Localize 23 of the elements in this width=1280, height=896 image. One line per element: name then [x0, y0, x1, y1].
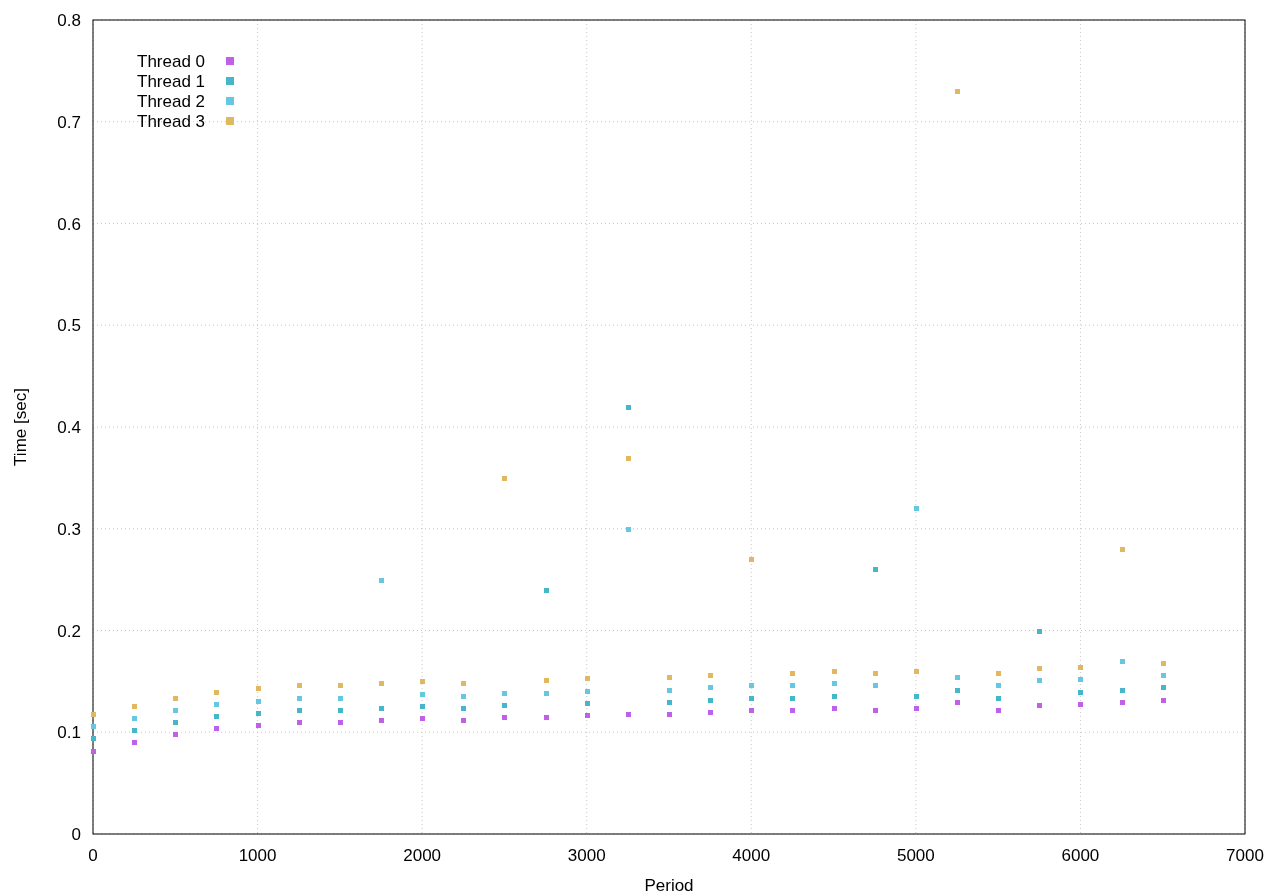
y-tick-label: 0.3	[57, 519, 81, 539]
x-tick-label: 1000	[238, 846, 277, 865]
y-tick-label: 0.4	[57, 418, 81, 437]
legend-label: Thread 2	[137, 92, 206, 111]
y-tick-label: 0.5	[57, 316, 81, 336]
y-axis-label: Time [sec]	[11, 388, 30, 466]
x-axis-label: Period	[644, 876, 694, 895]
x-tick-label: 3000	[567, 846, 606, 865]
legend-label: Thread 0	[137, 52, 206, 71]
x-tick-label: 2000	[403, 846, 442, 865]
legend-label: Thread 1	[137, 72, 206, 91]
legend-label: Thread 3	[137, 112, 206, 131]
y-tick-label: 0.7	[57, 112, 81, 132]
x-tick-label: 6000	[1061, 846, 1100, 865]
y-tick-label: 0	[71, 825, 81, 844]
x-tick-label: 4000	[732, 846, 771, 865]
x-tick-label: 7000	[1226, 846, 1264, 865]
x-tick-label: 0	[88, 846, 98, 865]
y-tick-label: 0.8	[57, 11, 81, 30]
y-tick-label: 0.6	[57, 214, 81, 234]
y-tick-label: 0.2	[57, 621, 81, 641]
x-tick-label: 5000	[896, 846, 935, 865]
y-tick-label: 0.1	[57, 723, 81, 743]
